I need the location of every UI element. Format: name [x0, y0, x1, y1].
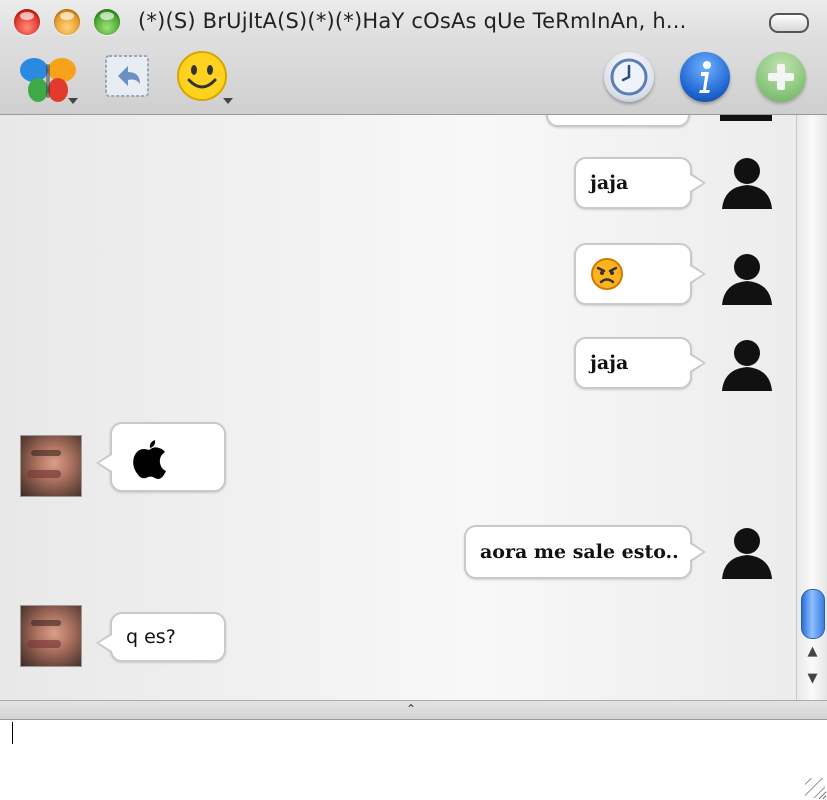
chevron-down-icon: [223, 98, 233, 104]
minimize-button[interactable]: [54, 9, 80, 35]
message-bubble: jaja: [574, 157, 706, 209]
clock-icon[interactable]: [604, 52, 654, 102]
message-bubble: aora me sale esto..: [464, 525, 706, 579]
message-text: jaja: [590, 172, 629, 194]
message-bubble: [574, 243, 706, 305]
contact-avatar: [20, 605, 82, 667]
message-bubble-partial: [546, 115, 690, 127]
person-silhouette-icon: [722, 254, 772, 305]
toolbar-toggle-button[interactable]: [769, 13, 809, 33]
split-divider[interactable]: ⌃: [0, 700, 827, 720]
window-title: (*)(S) BrUjItA(S)(*)(*)HaY cOsAs qUe TeR…: [138, 9, 687, 33]
chevron-down-icon: [68, 98, 78, 104]
scrollbar-thumb[interactable]: [801, 589, 825, 639]
chat-window: (*)(S) BrUjItA(S)(*)(*)HaY cOsAs qUe TeR…: [0, 0, 827, 800]
person-silhouette-icon: [722, 340, 772, 391]
zoom-button[interactable]: [94, 9, 120, 35]
title-bar: (*)(S) BrUjItA(S)(*)(*)HaY cOsAs qUe TeR…: [0, 0, 827, 44]
resize-grip-icon[interactable]: [805, 778, 825, 798]
info-icon[interactable]: [680, 52, 730, 102]
avatar-silhouette-icon: [720, 115, 772, 121]
smiley-icon[interactable]: [176, 50, 236, 108]
msn-butterfly-icon[interactable]: [16, 50, 80, 108]
angry-face-icon: [591, 258, 623, 290]
add-icon[interactable]: [756, 52, 806, 102]
person-silhouette-icon: [722, 528, 772, 579]
message-history[interactable]: jaja jaja aora me sale esto.. q es?: [0, 115, 796, 700]
message-bubble: q es?: [96, 612, 226, 662]
close-button[interactable]: [14, 9, 40, 35]
undo-icon[interactable]: [104, 54, 150, 98]
person-silhouette-icon: [722, 158, 772, 209]
message-text: aora me sale esto..: [480, 541, 679, 563]
message-bubble: [96, 422, 226, 492]
message-text: jaja: [590, 352, 629, 374]
message-text: q es?: [126, 626, 176, 648]
apple-logo-icon: [133, 440, 166, 479]
toolbar: [0, 44, 827, 115]
text-caret: [12, 722, 13, 744]
scrollbar[interactable]: ▲ ▼: [796, 115, 827, 700]
chevron-up-icon: ⌃: [406, 702, 417, 716]
scroll-up-arrow-icon[interactable]: ▲: [797, 641, 827, 663]
contact-avatar: [20, 435, 82, 497]
message-input[interactable]: [0, 720, 827, 800]
message-bubble: jaja: [574, 337, 706, 389]
scroll-down-arrow-icon[interactable]: ▼: [797, 668, 827, 690]
